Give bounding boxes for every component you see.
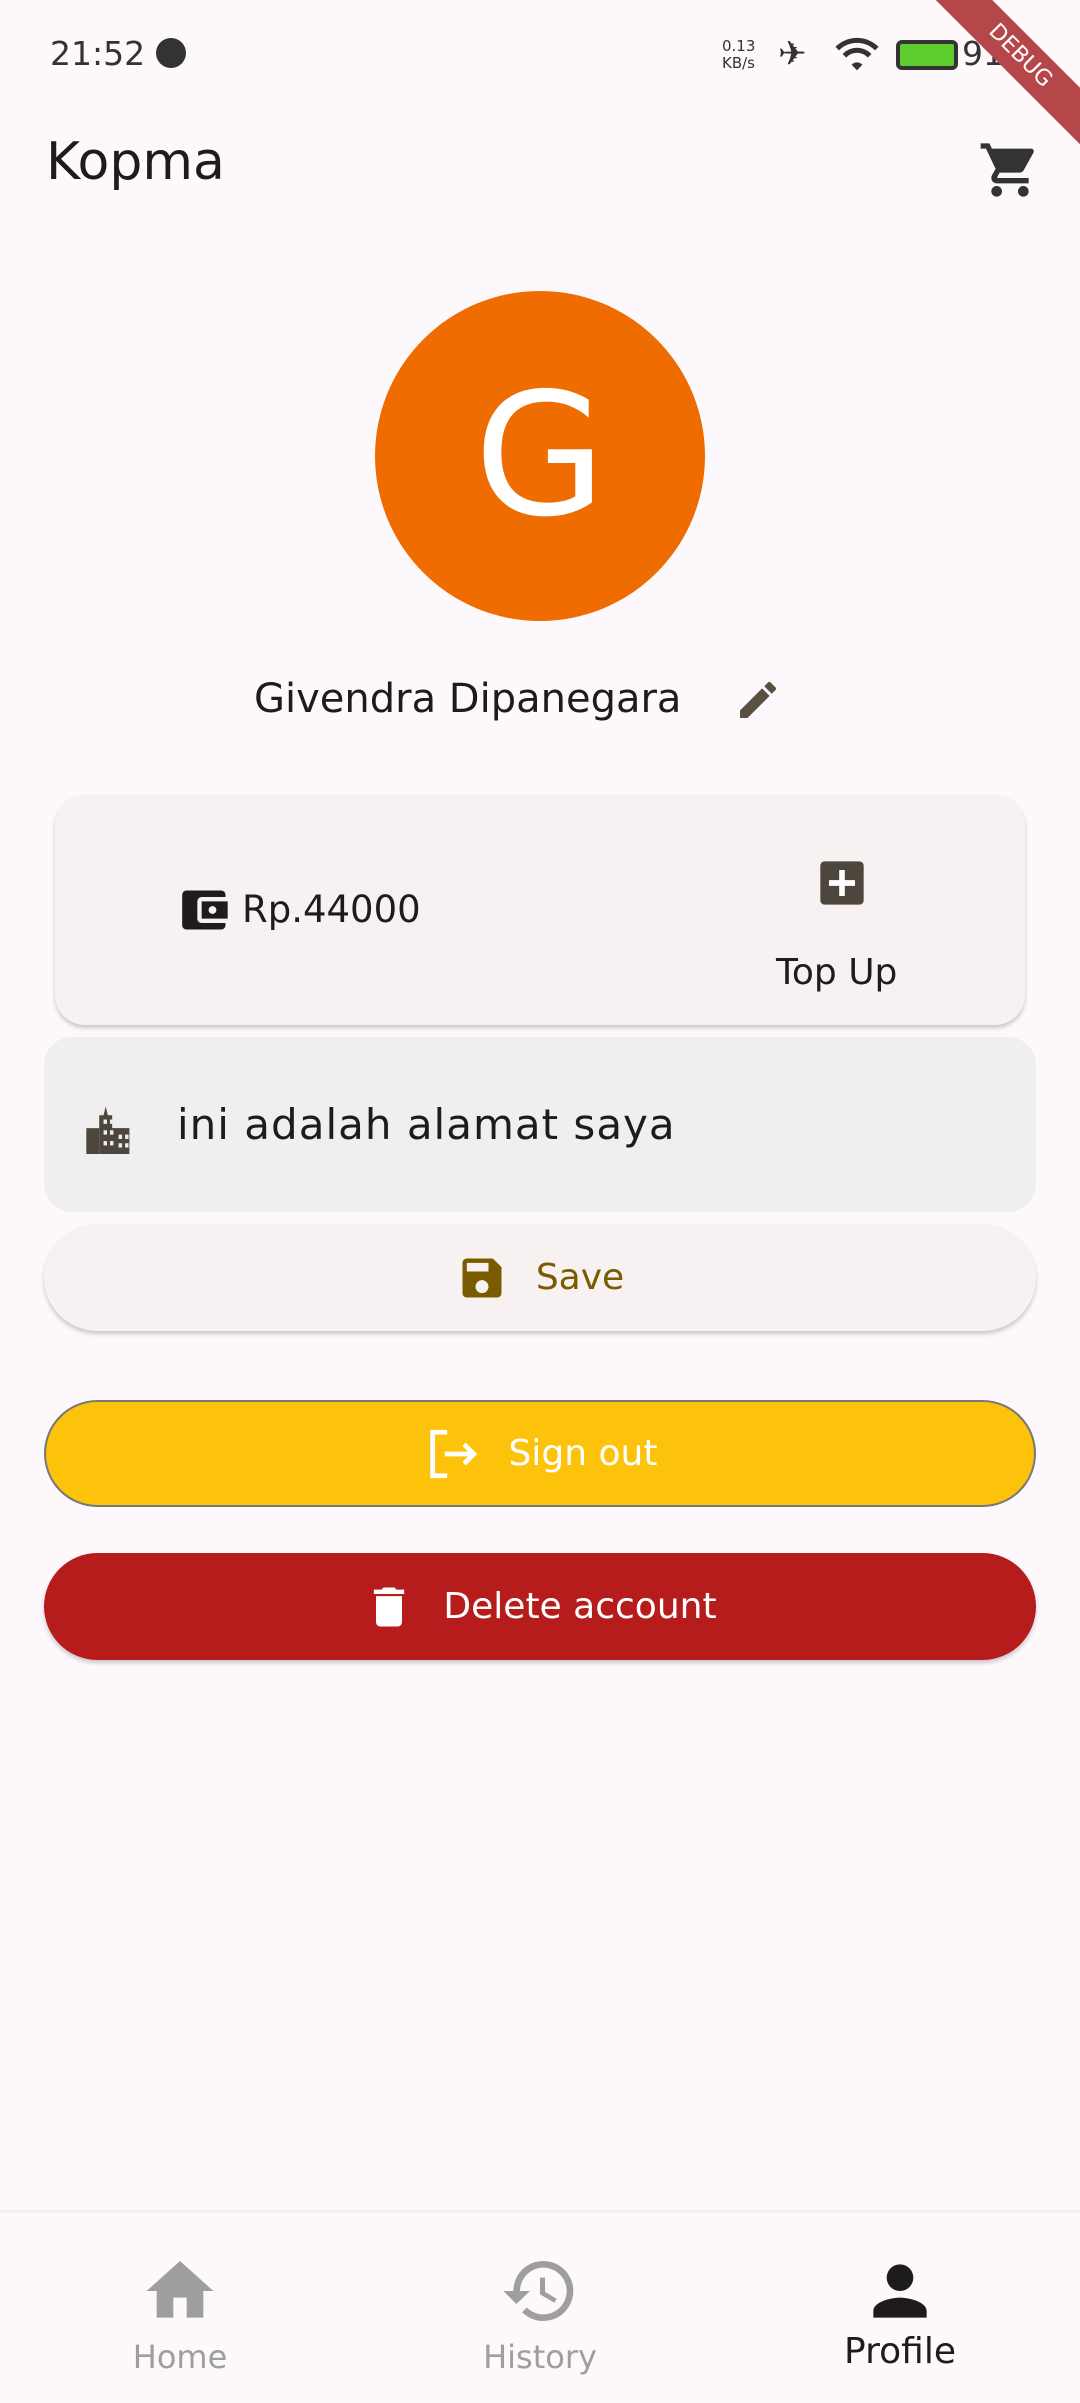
sign-out-label: Sign out: [508, 1433, 658, 1474]
notification-icon: [156, 38, 186, 68]
wifi-icon: [835, 37, 879, 71]
sign-out-button[interactable]: Sign out: [44, 1400, 1036, 1507]
top-up-button[interactable]: Top Up: [776, 952, 897, 993]
net-speed-value: 0.13: [722, 37, 756, 55]
wallet-balance: Rp.44000: [242, 888, 421, 931]
app-title: Kopma: [46, 132, 225, 192]
nav-item-history[interactable]: History: [360, 2213, 720, 2403]
avatar: G: [375, 291, 705, 621]
add-box-icon[interactable]: [816, 857, 868, 909]
save-button[interactable]: Save: [44, 1224, 1036, 1331]
home-icon: [146, 2261, 214, 2318]
status-time: 21:52: [50, 34, 146, 73]
delete-account-button[interactable]: Delete account: [44, 1553, 1036, 1660]
nav-label-home: Home: [132, 2338, 228, 2376]
net-speed: 0.13 KB/s: [722, 38, 755, 72]
bottom-navigation: Home History Profile: [0, 2210, 1080, 2400]
nav-item-profile[interactable]: Profile: [720, 2213, 1080, 2403]
edit-name-icon[interactable]: [734, 676, 782, 724]
status-bar: 21:52 0.13KB/s ✈ 91% DEBUG: [0, 0, 1080, 163]
save-icon: [462, 1258, 502, 1297]
profile-name: Givendra Dipanegara: [254, 676, 682, 722]
airplane-icon: ✈: [778, 34, 807, 74]
nav-item-home[interactable]: Home: [0, 2213, 360, 2403]
nav-label-profile: Profile: [844, 2331, 956, 2372]
logout-icon: [429, 1429, 477, 1478]
nav-label-history: History: [483, 2338, 597, 2376]
person-icon: [873, 2264, 927, 2318]
cart-icon[interactable]: [978, 138, 1042, 202]
battery-icon: [896, 40, 958, 70]
address-input[interactable]: [177, 1100, 977, 1149]
net-speed-unit: KB/s: [722, 54, 755, 72]
wallet-icon: [182, 890, 232, 930]
trash-icon: [374, 1587, 405, 1626]
history-icon: [503, 2261, 574, 2321]
delete-account-label: Delete account: [443, 1586, 717, 1627]
building-icon: [86, 1106, 130, 1154]
save-label: Save: [535, 1257, 625, 1298]
